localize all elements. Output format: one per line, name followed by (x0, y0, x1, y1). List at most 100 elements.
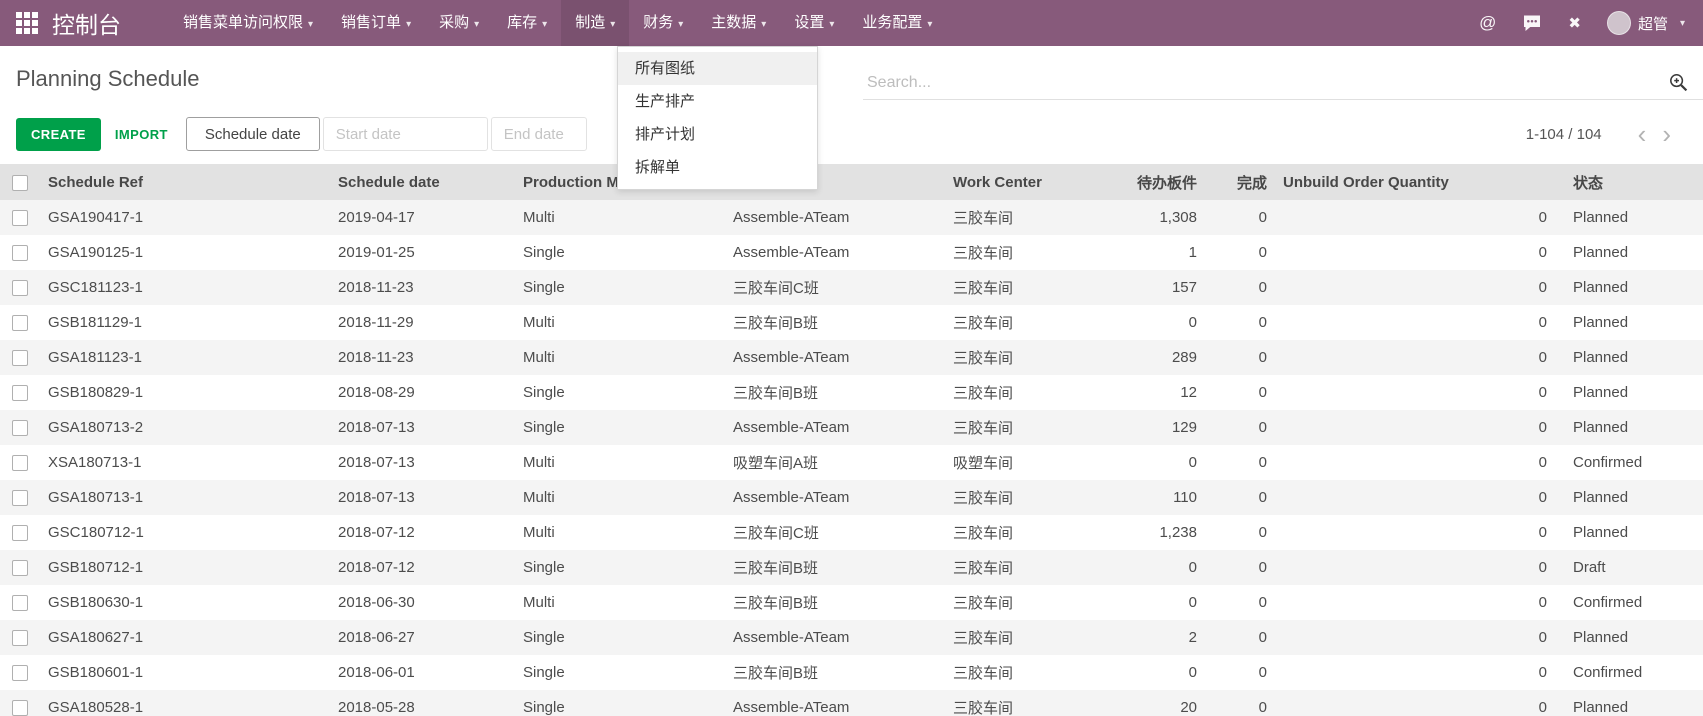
end-date-input[interactable] (491, 117, 587, 151)
cell: 110 (1105, 480, 1205, 515)
table-row[interactable]: GSB181129-12018-11-29Multi三胶车间B班三胶车间000P… (0, 305, 1703, 340)
table-row[interactable]: GSC180712-12018-07-12Multi三胶车间C班三胶车间1,23… (0, 515, 1703, 550)
table-row[interactable]: GSB180601-12018-06-01Single三胶车间B班三胶车间000… (0, 655, 1703, 690)
table-row[interactable]: GSA180713-12018-07-13MultiAssemble-ATeam… (0, 480, 1703, 515)
topbar-menu-7[interactable]: 主数据▾ (697, 0, 780, 46)
table-row[interactable]: GSC181123-12018-11-23Single三胶车间C班三胶车间157… (0, 270, 1703, 305)
cell: 三胶车间 (945, 200, 1105, 235)
row-checkbox[interactable] (12, 455, 28, 471)
row-checkbox[interactable] (12, 315, 28, 331)
cell: Multi (515, 200, 725, 235)
row-checkbox[interactable] (12, 245, 28, 261)
table-row[interactable]: GSB180829-12018-08-29Single三胶车间B班三胶车间120… (0, 375, 1703, 410)
cell: Planned (1555, 410, 1703, 445)
column-header[interactable]: Work Center (945, 164, 1105, 200)
cell: 0 (1275, 235, 1555, 270)
cell: 0 (1105, 305, 1205, 340)
import-button[interactable]: IMPORT (115, 127, 168, 142)
dropdown-item-4[interactable]: 拆解单 (618, 151, 817, 184)
row-checkbox[interactable] (12, 525, 28, 541)
table-row[interactable]: GSA180627-12018-06-27SingleAssemble-ATea… (0, 620, 1703, 655)
row-checkbox[interactable] (12, 595, 28, 611)
topbar-menu-3[interactable]: 采购▾ (425, 0, 493, 46)
chevron-down-icon: ▾ (678, 19, 683, 30)
cell: 三胶车间C班 (725, 270, 945, 305)
row-checkbox[interactable] (12, 665, 28, 681)
cell: GSB180601-1 (40, 655, 330, 690)
topbar: 控制台 销售菜单访问权限▾销售订单▾采购▾库存▾制造▾财务▾主数据▾设置▾业务配… (0, 0, 1703, 46)
apps-menu-icon[interactable] (16, 12, 38, 34)
row-checkbox[interactable] (12, 350, 28, 366)
dropdown-item-3[interactable]: 排产计划 (618, 118, 817, 151)
cell: 2018-11-23 (330, 270, 515, 305)
table-row[interactable]: GSA180713-22018-07-13SingleAssemble-ATea… (0, 410, 1703, 445)
row-checkbox[interactable] (12, 420, 28, 436)
topbar-menu-2[interactable]: 销售订单▾ (327, 0, 425, 46)
cell: 三胶车间 (945, 235, 1105, 270)
dropdown-item-2[interactable]: 生产排产 (618, 85, 817, 118)
column-header[interactable]: Schedule Ref (40, 164, 330, 200)
cell: Planned (1555, 340, 1703, 375)
search-icon[interactable] (1668, 72, 1689, 93)
table-row[interactable]: GSA180528-12018-05-28SingleAssemble-ATea… (0, 690, 1703, 716)
cell: Assemble-ATeam (725, 200, 945, 235)
cell: 2018-07-12 (330, 515, 515, 550)
schedule-date-filter-button[interactable]: Schedule date (186, 117, 320, 151)
row-checkbox[interactable] (12, 700, 28, 716)
table-row[interactable]: GSA190125-12019-01-25SingleAssemble-ATea… (0, 235, 1703, 270)
pager-prev-button[interactable]: ‹ (1630, 124, 1655, 144)
topbar-menu-4[interactable]: 库存▾ (493, 0, 561, 46)
tools-icon[interactable]: ✖ (1568, 14, 1581, 32)
column-header[interactable]: 完成 (1205, 164, 1275, 200)
checkbox-cell (0, 585, 40, 620)
topbar-menu-9[interactable]: 业务配置▾ (848, 0, 946, 46)
cell: 三胶车间B班 (725, 585, 945, 620)
table-row[interactable]: GSB180630-12018-06-30Multi三胶车间B班三胶车间000C… (0, 585, 1703, 620)
table-row[interactable]: GSA190417-12019-04-17MultiAssemble-ATeam… (0, 200, 1703, 235)
column-header[interactable]: 状态 (1555, 164, 1703, 200)
checkbox-cell (0, 340, 40, 375)
cell: Planned (1555, 305, 1703, 340)
cell: Single (515, 270, 725, 305)
row-checkbox[interactable] (12, 210, 28, 226)
row-checkbox[interactable] (12, 560, 28, 576)
chevron-down-icon: ▾ (406, 19, 411, 30)
cell: 0 (1275, 690, 1555, 716)
column-header[interactable]: 待办板件 (1105, 164, 1205, 200)
chat-icon[interactable] (1522, 13, 1542, 33)
mentions-icon[interactable]: @ (1479, 13, 1496, 33)
manufacturing-dropdown-menu: 所有图纸生产排产排产计划拆解单 (617, 46, 818, 190)
column-header[interactable]: Schedule date (330, 164, 515, 200)
chevron-down-icon: ▾ (1680, 18, 1685, 29)
chevron-down-icon: ▾ (927, 19, 932, 30)
user-menu[interactable]: 超管 ▾ (1607, 11, 1685, 35)
cell: 20 (1105, 690, 1205, 716)
search-input[interactable] (867, 74, 1668, 92)
create-button[interactable]: CREATE (16, 118, 101, 151)
cell: 0 (1275, 270, 1555, 305)
start-date-input[interactable] (323, 117, 488, 151)
cell: 129 (1105, 410, 1205, 445)
select-all-header-cell[interactable] (0, 164, 40, 200)
table-row[interactable]: GSA181123-12018-11-23MultiAssemble-ATeam… (0, 340, 1703, 375)
table-row[interactable]: GSB180712-12018-07-12Single三胶车间B班三胶车间000… (0, 550, 1703, 585)
topbar-menu-5[interactable]: 制造▾ (561, 0, 629, 46)
cell: Draft (1555, 550, 1703, 585)
pager-next-button[interactable]: › (1654, 124, 1679, 144)
dropdown-item-1[interactable]: 所有图纸 (618, 52, 817, 85)
cell: 2 (1105, 620, 1205, 655)
cell: 0 (1275, 480, 1555, 515)
cell: Confirmed (1555, 445, 1703, 480)
select-all-checkbox[interactable] (12, 175, 28, 191)
app-title[interactable]: 控制台 (52, 6, 121, 40)
table-row[interactable]: XSA180713-12018-07-13Multi吸塑车间A班吸塑车间000C… (0, 445, 1703, 480)
row-checkbox[interactable] (12, 630, 28, 646)
topbar-menu-6[interactable]: 财务▾ (629, 0, 697, 46)
row-checkbox[interactable] (12, 385, 28, 401)
column-header[interactable]: Unbuild Order Quantity (1275, 164, 1555, 200)
topbar-menu-1[interactable]: 销售菜单访问权限▾ (169, 0, 327, 46)
cell: 0 (1205, 515, 1275, 550)
row-checkbox[interactable] (12, 490, 28, 506)
row-checkbox[interactable] (12, 280, 28, 296)
topbar-menu-8[interactable]: 设置▾ (780, 0, 848, 46)
